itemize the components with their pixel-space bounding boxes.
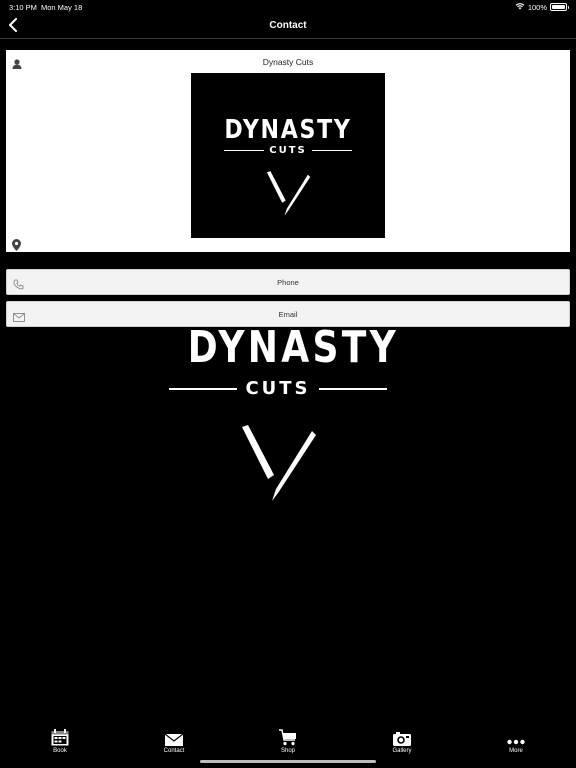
status-indicators: 100% [515,2,569,12]
background-logo: DYNASTY CUTS [168,310,400,510]
more-dots-icon [486,728,546,746]
wifi-icon [515,2,525,12]
status-bar: 3:10 PM Mon May 18 100% [0,0,576,16]
tab-label: Shop [280,748,295,754]
camera-icon [372,728,432,746]
battery-icon [550,3,569,11]
tab-more[interactable]: More [486,728,546,754]
contact-info-card: Dynasty Cuts DYNASTY CUTS [6,50,570,252]
tab-label: Book [53,748,67,754]
logo-sub: CUTS [269,145,307,156]
tab-label: Contact [163,748,185,754]
logo-word: DYNASTY [224,115,352,145]
home-indicator [200,760,376,763]
tab-shop[interactable]: Shop [258,728,318,754]
business-name: Dynasty Cuts [262,57,314,67]
phone-button[interactable]: Phone [6,269,570,295]
background-logo-word: DYNASTY [187,322,400,373]
phone-label: Phone [277,278,299,287]
envelope-icon [144,728,204,746]
tab-contact[interactable]: Contact [144,728,204,754]
tab-label: Gallery [392,748,412,754]
email-button[interactable]: Email [6,301,570,327]
navigation-bar: Contact [0,16,576,39]
tab-book[interactable]: Book [30,728,90,754]
cart-icon [258,728,318,746]
status-date: Mon May 18 [41,3,83,12]
razor-icon [191,170,385,223]
page-title: Contact [269,20,307,31]
email-label: Email [278,310,298,319]
razor-icon [168,423,388,510]
background-logo-sub: CUTS [245,378,311,399]
tab-label: More [509,748,523,754]
battery-percentage: 100% [527,2,547,12]
calendar-icon [30,728,90,746]
business-logo: DYNASTY CUTS [191,73,385,238]
status-time: 3:10 PM [9,3,37,12]
tab-gallery[interactable]: Gallery [372,728,432,754]
location-pin-icon[interactable] [12,238,21,256]
